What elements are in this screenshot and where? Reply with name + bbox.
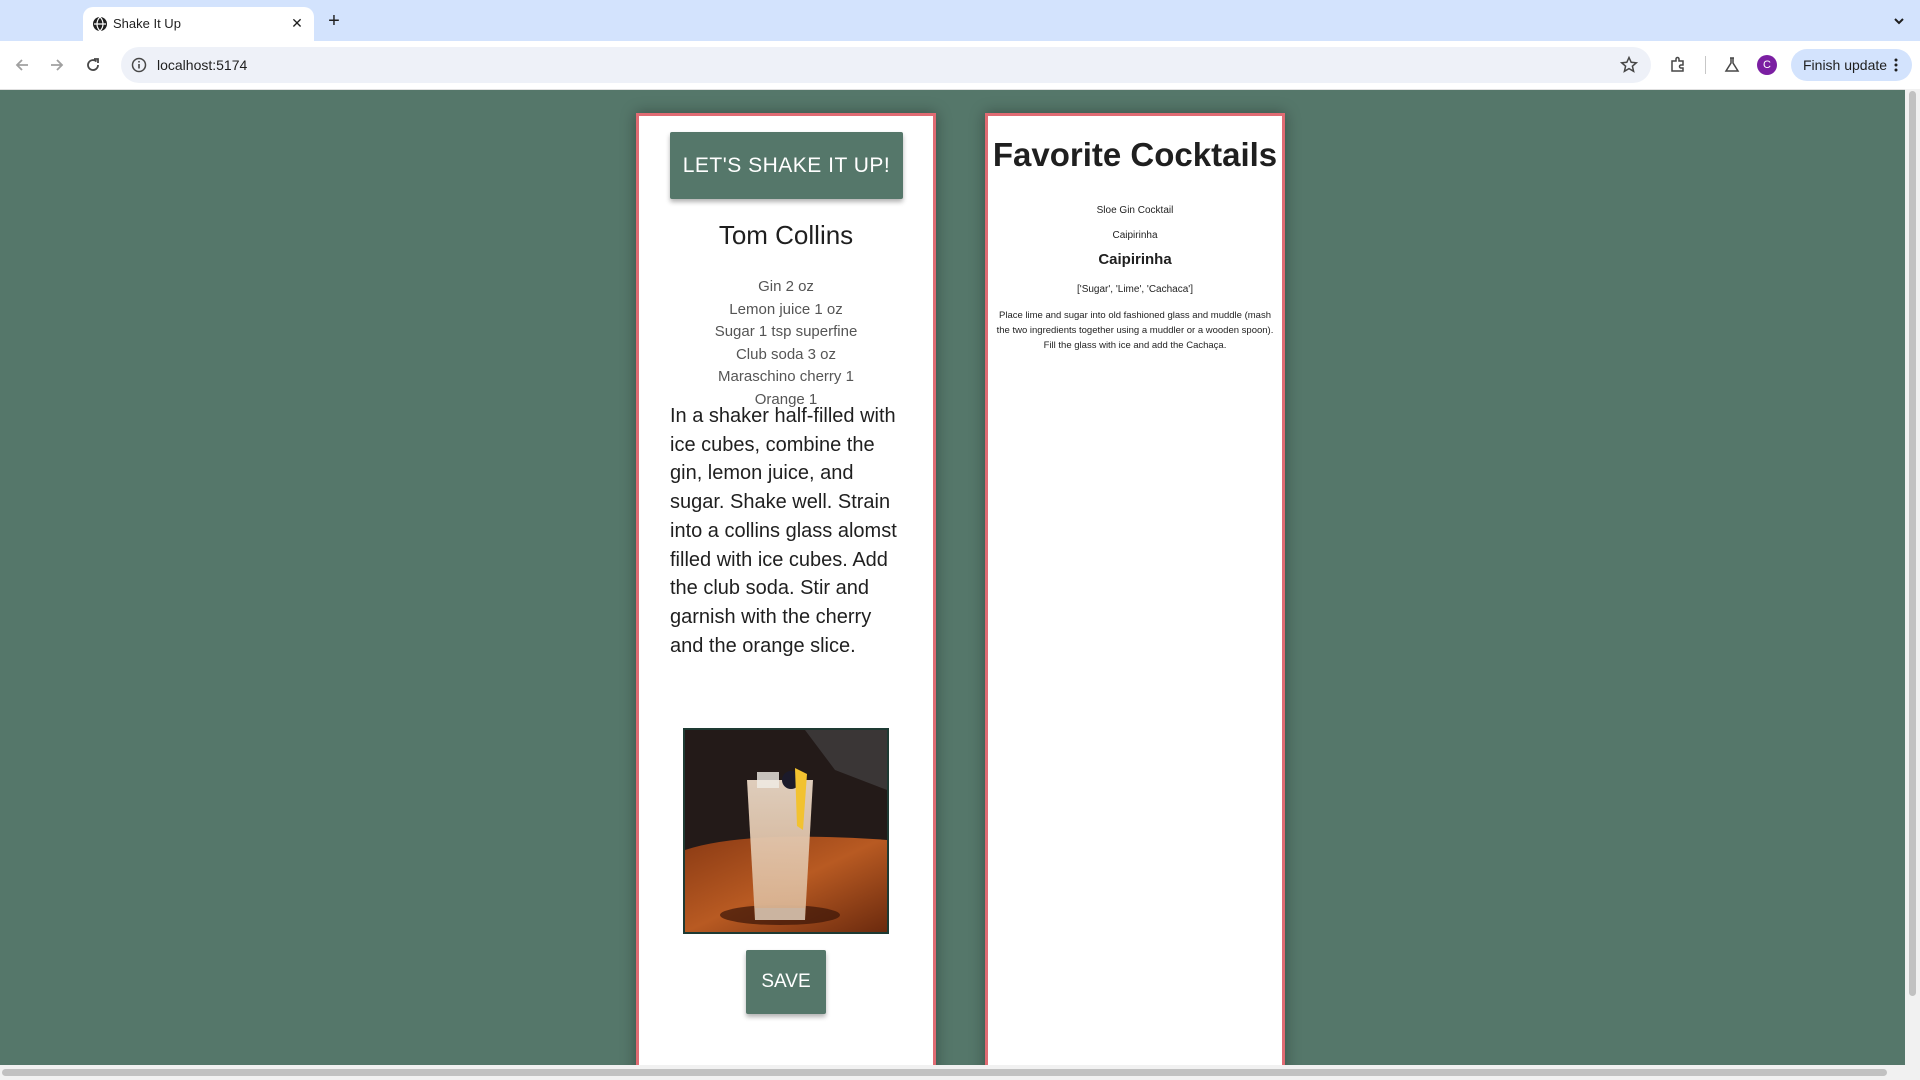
- vertical-scrollbar[interactable]: [1905, 89, 1920, 1065]
- ingredient-item: Club soda 3 oz: [735, 345, 837, 363]
- new-tab-icon[interactable]: +: [321, 8, 347, 34]
- page-viewport: LET'S SHAKE IT UP! Tom Collins Gin 2 oz …: [0, 89, 1905, 1065]
- ingredient-item: Sugar 1 tsp superfine: [714, 323, 858, 340]
- back-icon[interactable]: [8, 51, 36, 79]
- finish-update-label: Finish update: [1803, 57, 1888, 73]
- forward-icon[interactable]: [43, 51, 71, 79]
- close-tab-icon[interactable]: ✕: [286, 12, 308, 34]
- toolbar-separator: [1705, 56, 1706, 74]
- ingredient-item: Maraschino cherry 1: [718, 368, 854, 385]
- ingredient-item: Gin 2 oz: [758, 278, 814, 295]
- labs-flask-icon[interactable]: [1720, 53, 1744, 77]
- drink-instructions: In a shaker half-filled with ice cubes, …: [670, 405, 897, 657]
- favorite-item[interactable]: Caipirinha: [988, 223, 1282, 248]
- selected-favorite-instructions: Place lime and sugar into old fashioned …: [996, 310, 1274, 351]
- ingredient-item: Lemon juice 1 oz: [729, 300, 843, 318]
- selected-favorite-ingredients: ['Sugar', 'Lime', 'Cachaca']: [1077, 284, 1193, 295]
- favorites-card: Favorite Cocktails Sloe Gin Cocktail Cai…: [985, 113, 1285, 1065]
- save-button[interactable]: SAVE: [746, 950, 826, 1014]
- drink-name: Tom Collins: [718, 220, 854, 250]
- cocktail-card: LET'S SHAKE IT UP! Tom Collins Gin 2 oz …: [636, 113, 936, 1065]
- browser-tab-strip: Shake It Up ✕ +: [0, 0, 1920, 41]
- horizontal-scrollbar[interactable]: [0, 1065, 1920, 1080]
- browser-toolbar: localhost:5174 C Finish update: [0, 41, 1920, 90]
- horizontal-scroll-thumb[interactable]: [2, 1069, 1887, 1076]
- favorites-list: Sloe Gin Cocktail Caipirinha: [988, 198, 1282, 248]
- cocktail-photo: [683, 728, 889, 934]
- bookmark-star-icon[interactable]: [1619, 55, 1639, 75]
- vertical-scroll-thumb[interactable]: [1909, 91, 1916, 996]
- tab-search-chevron-icon[interactable]: [1886, 8, 1912, 34]
- reload-icon[interactable]: [79, 51, 107, 79]
- ingredient-list: Gin 2 oz Lemon juice 1 oz Sugar 1 tsp su…: [639, 276, 933, 411]
- browser-tab[interactable]: Shake It Up ✕: [83, 7, 314, 41]
- finish-update-button[interactable]: Finish update: [1791, 49, 1912, 81]
- more-vert-icon: [1894, 58, 1898, 72]
- favorite-item[interactable]: Sloe Gin Cocktail: [988, 198, 1282, 223]
- globe-icon: [93, 16, 107, 32]
- tab-title: Shake It Up: [113, 16, 181, 31]
- site-info-icon[interactable]: [130, 56, 148, 74]
- address-bar[interactable]: localhost:5174: [121, 47, 1651, 83]
- extensions-icon[interactable]: [1666, 53, 1690, 77]
- profile-avatar[interactable]: C: [1757, 55, 1777, 75]
- shake-it-up-button[interactable]: LET'S SHAKE IT UP!: [670, 132, 903, 199]
- url-text: localhost:5174: [157, 57, 248, 73]
- selected-favorite-name: Caipirinha: [1098, 251, 1172, 268]
- favorites-title: Favorite Cocktails: [992, 136, 1278, 173]
